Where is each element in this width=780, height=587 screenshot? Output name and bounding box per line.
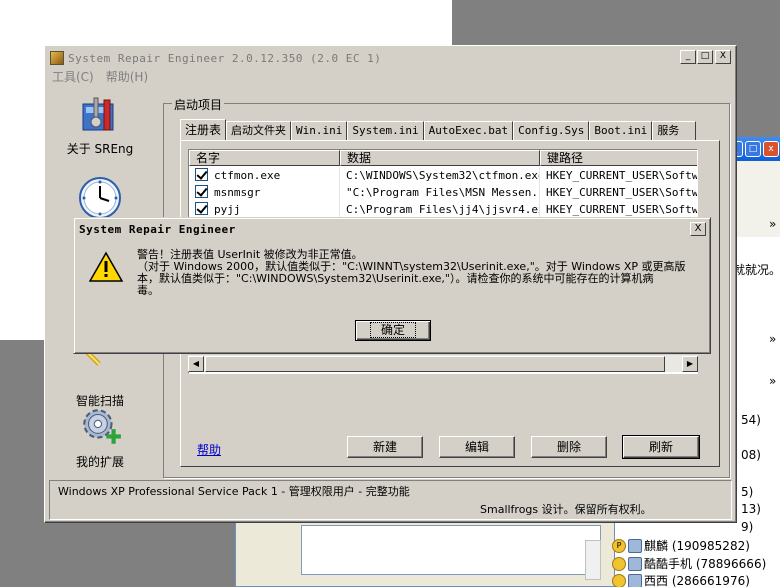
column-header-data[interactable]: 数据 (340, 150, 540, 166)
buddy-name: 酷酷手机 (78896666) (644, 557, 767, 571)
row-path: HKEY_CURRENT_USER\Softwar (540, 201, 697, 218)
sidebar-item-about[interactable]: 关于 SREng (55, 96, 145, 157)
background-chat-panel (235, 520, 615, 587)
row-data: C:\Program Files\jj4\jjsvr4.exe (340, 201, 540, 218)
background-chat-input[interactable] (301, 525, 601, 575)
gear-plus-icon (83, 409, 121, 444)
menu-help[interactable]: 帮助(H) (106, 68, 148, 85)
scroll-thumb[interactable] (205, 356, 665, 372)
status-system-info: Windows XP Professional Service Pack 1 -… (58, 485, 410, 498)
row-path: HKEY_CURRENT_USER\Softwar (540, 167, 697, 184)
dialog-title[interactable]: System Repair Engineer (77, 221, 707, 239)
row-name: msnmsgr (214, 186, 261, 199)
sidebar-item-label: 关于 SREng (66, 142, 134, 156)
row-path: HKEY_CURRENT_USER\Softwar (540, 184, 697, 201)
table-row[interactable]: msnmsgr "C:\Program Files\MSN Messen... … (189, 184, 697, 201)
tab-system-ini[interactable]: System.ini (347, 121, 424, 141)
row-name: ctfmon.exe (214, 169, 281, 182)
groupbox-label: 启动项目 (172, 96, 225, 113)
buddy-item[interactable]: 西西 (286661976) (612, 572, 750, 587)
tab-config-sys[interactable]: Config.Sys (513, 121, 590, 141)
buddy-name: 西西 (286661976) (644, 574, 750, 587)
tab-win-ini[interactable]: Win.ini (291, 121, 348, 141)
chevron-icon[interactable]: » (769, 374, 776, 388)
help-link[interactable]: 帮助 (197, 441, 221, 458)
tab-strip: 注册表 启动文件夹 Win.ini System.ini AutoExec.ba… (180, 119, 697, 141)
buddy-avatar-icon (628, 538, 642, 553)
row-checkbox[interactable] (195, 168, 208, 181)
dialog-message-line: 毒。 (137, 284, 159, 297)
row-checkbox[interactable] (195, 185, 208, 198)
dialog-ok-button[interactable]: 确定 (355, 320, 431, 341)
close-button[interactable]: X (715, 50, 731, 64)
buddy-item[interactable]: 酷酷手机 (78896666) (612, 555, 766, 572)
title-bar[interactable]: System Repair Engineer 2.0.12.350 (2.0 E… (48, 49, 733, 67)
window-title: System Repair Engineer 2.0.12.350 (2.0 E… (68, 51, 382, 65)
background-text-fragment: 9) (741, 520, 754, 534)
row-checkbox[interactable] (195, 202, 208, 215)
buddy-status-icon (612, 556, 626, 571)
row-data: C:\WINDOWS\System32\ctfmon.exe (340, 167, 540, 184)
dialog-message-line: 本，默认值类似于："C:\WINDOWS\System32\Userinit.e… (137, 272, 654, 285)
status-bar: Windows XP Professional Service Pack 1 -… (49, 480, 732, 520)
tab-services[interactable]: 服务 (652, 121, 697, 141)
tab-startup-folder[interactable]: 启动文件夹 (226, 121, 292, 141)
buddy-status-icon (612, 573, 626, 587)
row-data: "C:\Program Files\MSN Messen... (340, 184, 540, 201)
minimize-button[interactable]: _ (680, 50, 696, 64)
list-horizontal-scrollbar[interactable]: ◀ ▶ (188, 354, 698, 372)
dialog-close-button[interactable]: X (690, 222, 706, 236)
menu-tools[interactable]: 工具(C) (52, 68, 94, 85)
delete-button[interactable]: 删除 (531, 436, 607, 458)
toolbox-icon (82, 97, 114, 131)
background-text-fragment: 08) (741, 448, 761, 462)
tab-registry[interactable]: 注册表 (180, 119, 227, 141)
chevron-icon[interactable]: » (769, 332, 776, 346)
warning-icon (89, 251, 123, 282)
row-name: pyjj (214, 203, 241, 216)
new-button[interactable]: 新建 (347, 436, 423, 458)
buddy-name: 麒麟 (190985282) (644, 539, 750, 553)
tab-autoexec-bat[interactable]: AutoExec.bat (423, 121, 514, 141)
dialog-ok-label: 确定 (369, 322, 417, 338)
table-row[interactable]: ctfmon.exe C:\WINDOWS\System32\ctfmon.ex… (189, 167, 697, 184)
status-copyright: Smallfrogs 设计。保留所有权利。 (480, 503, 652, 516)
buddy-avatar-icon (628, 556, 642, 571)
edit-button[interactable]: 编辑 (439, 436, 515, 458)
sidebar-item-label: 我的扩展 (75, 455, 124, 469)
maximize-button[interactable]: □ (697, 50, 713, 64)
buddy-avatar-icon (628, 573, 642, 587)
buddy-item[interactable]: P 麒麟 (190985282) (612, 537, 750, 554)
sidebar-item-extensions[interactable]: 我的扩展 (55, 403, 145, 470)
chevron-icon[interactable]: » (769, 217, 776, 231)
background-scrollbar[interactable] (585, 540, 601, 580)
list-header: 名字 数据 键路径 (189, 150, 697, 166)
column-header-name[interactable]: 名字 (189, 150, 340, 166)
background-maximize-button[interactable]: □ (745, 141, 761, 157)
dialog-message: 警告！注册表值 UserInit 被修改为非正常值。 （对于 Windows 2… (137, 249, 707, 297)
scroll-right-arrow-icon[interactable]: ▶ (682, 356, 698, 372)
column-header-path[interactable]: 键路径 (540, 150, 697, 166)
refresh-button[interactable]: 刷新 (622, 435, 700, 459)
tab-boot-ini[interactable]: Boot.ini (589, 121, 653, 141)
background-text-fragment: 54) (741, 413, 761, 427)
table-row[interactable]: pyjj C:\Program Files\jj4\jjsvr4.exe HKE… (189, 201, 697, 218)
background-text-fragment: 就就况。 (733, 263, 780, 277)
background-text-fragment: 5) (741, 485, 754, 499)
background-text-fragment: 13) (741, 502, 761, 516)
menu-bar: 工具(C) 帮助(H) (52, 68, 148, 85)
app-icon (50, 51, 64, 65)
scroll-left-arrow-icon[interactable]: ◀ (188, 356, 204, 372)
warning-dialog: System Repair Engineer X 警告！注册表值 UserIni… (73, 217, 711, 354)
background-close-button[interactable]: x (763, 141, 779, 157)
buddy-status-icon: P (612, 538, 626, 553)
clock-icon (79, 177, 121, 219)
